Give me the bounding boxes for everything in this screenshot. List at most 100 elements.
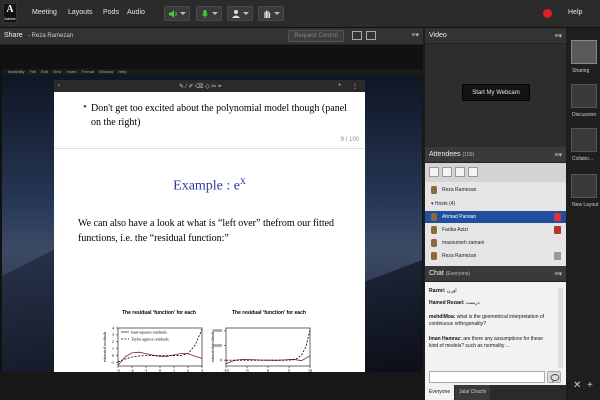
camera-button[interactable] bbox=[227, 6, 253, 21]
mac-menu-item: Window bbox=[99, 69, 114, 74]
pod-menu-icon[interactable]: ≡▾ bbox=[554, 270, 562, 278]
attendee-row[interactable]: Fariba Azizi bbox=[425, 224, 566, 236]
attendee-row[interactable]: Reza Ramezan bbox=[425, 250, 566, 262]
chat-message: Razmi: اورن bbox=[429, 288, 547, 295]
back-icon[interactable]: ‹ bbox=[58, 83, 60, 89]
menu-meeting[interactable]: Meeting bbox=[32, 9, 57, 16]
start-webcam-button[interactable]: Start My Webcam bbox=[462, 84, 530, 101]
record-indicator[interactable] bbox=[543, 9, 552, 18]
hosts-group-label: ▾ Hosts (4) bbox=[431, 201, 456, 207]
send-icon bbox=[550, 374, 560, 383]
chat-sender: Iman Hamraz: bbox=[429, 336, 462, 342]
layout-label-new: New Layout bbox=[572, 202, 599, 208]
mac-menu-item: View bbox=[52, 69, 62, 74]
layout-thumb-new[interactable] bbox=[571, 174, 597, 198]
pod-menu-icon[interactable]: ≡▾ bbox=[554, 32, 562, 40]
microphone-icon bbox=[202, 10, 208, 18]
pod-menu-icon[interactable]: ≡▾ bbox=[554, 151, 562, 159]
mac-menu-item: Edit bbox=[40, 69, 48, 74]
status-icon bbox=[554, 213, 561, 221]
pen-tools-icon[interactable]: ✎ ⁄ ✐ ⌫ ◇ ✂ ⌖ bbox=[179, 83, 222, 91]
mac-menu-item: Help bbox=[118, 69, 127, 74]
menu-pods[interactable]: Pods bbox=[103, 9, 119, 16]
slide-heading-text: Example : e bbox=[173, 178, 241, 194]
chat-pod-header: Chat (Everyone) ≡▾ bbox=[425, 266, 566, 282]
add-icon[interactable]: + bbox=[338, 83, 342, 89]
mac-menu-item: File bbox=[29, 69, 36, 74]
add-layout-icon[interactable]: + bbox=[587, 380, 593, 391]
page-number: 9 / 100 bbox=[340, 137, 359, 143]
attendee-name: masoumeh zamani bbox=[442, 240, 485, 246]
y-tick-label: 0 bbox=[112, 353, 114, 358]
legend-label: least-squares residuals bbox=[131, 329, 167, 334]
chevron-down-icon bbox=[274, 12, 280, 15]
slide-bullet: • Don't get too excited about the polynom… bbox=[83, 101, 351, 130]
mac-menubar: Notability File Edit View Insert Format Window… bbox=[2, 69, 422, 75]
layout-thumb-collaboration[interactable] bbox=[571, 128, 597, 152]
attendee-row[interactable]: Ahmad Parsian bbox=[425, 211, 566, 223]
video-pod-header: Video ≡▾ bbox=[425, 28, 566, 44]
bottom-strip bbox=[0, 372, 424, 400]
microphone-button[interactable] bbox=[196, 6, 222, 21]
chat-sender: Razmi: bbox=[429, 288, 446, 294]
close-icon[interactable]: ✕ bbox=[573, 380, 581, 391]
menu-help[interactable]: Help bbox=[568, 9, 582, 16]
chat-input[interactable] bbox=[429, 371, 545, 383]
menu-layouts[interactable]: Layouts bbox=[68, 9, 93, 16]
document-toolbar: ‹ ✎ ⁄ ✐ ⌫ ◇ ✂ ⌖ + ⋮ bbox=[54, 80, 365, 92]
status-view-icon[interactable] bbox=[455, 167, 465, 177]
chat-tabs: Everyone Jalal Chachi bbox=[425, 385, 566, 400]
y-tick-label: 0 bbox=[220, 357, 222, 362]
attendee-count: (109) bbox=[462, 152, 475, 158]
status-icon bbox=[554, 226, 561, 234]
layout-label-discussion: Discussion bbox=[572, 112, 597, 118]
layout-thumb-discussion[interactable] bbox=[571, 84, 597, 108]
attendee-name: Fariba Azizi bbox=[442, 227, 468, 233]
mac-menu-item: Notability bbox=[8, 69, 25, 74]
attendee-row[interactable]: masoumeh zamani bbox=[425, 237, 566, 249]
chat-message: Iman Hamraz: are there any assumptions f… bbox=[429, 336, 547, 350]
tab-private-chat[interactable]: Jalal Chachi bbox=[455, 385, 491, 400]
menu-audio[interactable]: Audio bbox=[127, 9, 145, 16]
attendee-name: Ahmad Parsian bbox=[442, 214, 477, 220]
series-line bbox=[117, 351, 203, 366]
chat-pod-title: Chat (Everyone) bbox=[429, 270, 470, 277]
chat-sender: Hamed Rezaei: bbox=[429, 300, 465, 306]
attendee-name: Reza Ramezan bbox=[442, 253, 477, 259]
host-icon bbox=[431, 226, 437, 234]
grid-view-icon[interactable] bbox=[442, 167, 452, 177]
request-control-button[interactable]: Request Control bbox=[288, 30, 344, 42]
host-icon bbox=[431, 213, 437, 221]
y-tick-label: 20000 bbox=[212, 328, 222, 333]
more-icon[interactable]: ⋮ bbox=[352, 83, 358, 90]
chat-scrollbar[interactable] bbox=[558, 288, 563, 368]
mac-menu-item: Insert bbox=[66, 69, 77, 74]
fullscreen-icon[interactable] bbox=[366, 31, 376, 40]
raise-hand-button[interactable] bbox=[258, 6, 284, 21]
hand-icon bbox=[264, 10, 271, 18]
pod-menu-icon[interactable]: ≡▾ bbox=[411, 31, 419, 39]
chat-pod: Chat (Everyone) ≡▾ Razmi: اورن Hamed Rez… bbox=[425, 266, 566, 385]
host-icon bbox=[431, 252, 437, 260]
share-pod-title: Share bbox=[4, 32, 23, 39]
page-divider bbox=[54, 148, 365, 149]
hosts-group[interactable]: ▾ Hosts (4) bbox=[425, 198, 566, 210]
speaker-button[interactable] bbox=[164, 6, 190, 21]
view-mode-icon[interactable] bbox=[352, 31, 362, 40]
attendees-pod: Attendees (109) ≡▾ Reza Ramezan ▾ Hosts … bbox=[425, 147, 566, 266]
breakout-icon[interactable] bbox=[468, 167, 478, 177]
slide-heading-superscript: x bbox=[240, 174, 246, 187]
owner-name: Reza Ramezan bbox=[442, 187, 477, 193]
send-button[interactable] bbox=[547, 371, 561, 383]
layout-label-sharing: Sharing bbox=[572, 68, 590, 74]
y-tick-label: 3 bbox=[112, 332, 114, 337]
tab-everyone[interactable]: Everyone bbox=[425, 385, 455, 400]
slide-bullet-text: Don't get too excited about the polynomi… bbox=[91, 103, 347, 128]
layout-thumb-sharing[interactable] bbox=[571, 40, 597, 64]
host-icon bbox=[431, 239, 437, 247]
chat-text: اورن bbox=[446, 288, 457, 294]
presenter-name: - Reza Ramezan bbox=[28, 33, 74, 39]
list-view-icon[interactable] bbox=[429, 167, 439, 177]
mac-menu-item: Format bbox=[81, 69, 95, 74]
slide-body: We can also have a look at what is “left… bbox=[78, 218, 335, 244]
